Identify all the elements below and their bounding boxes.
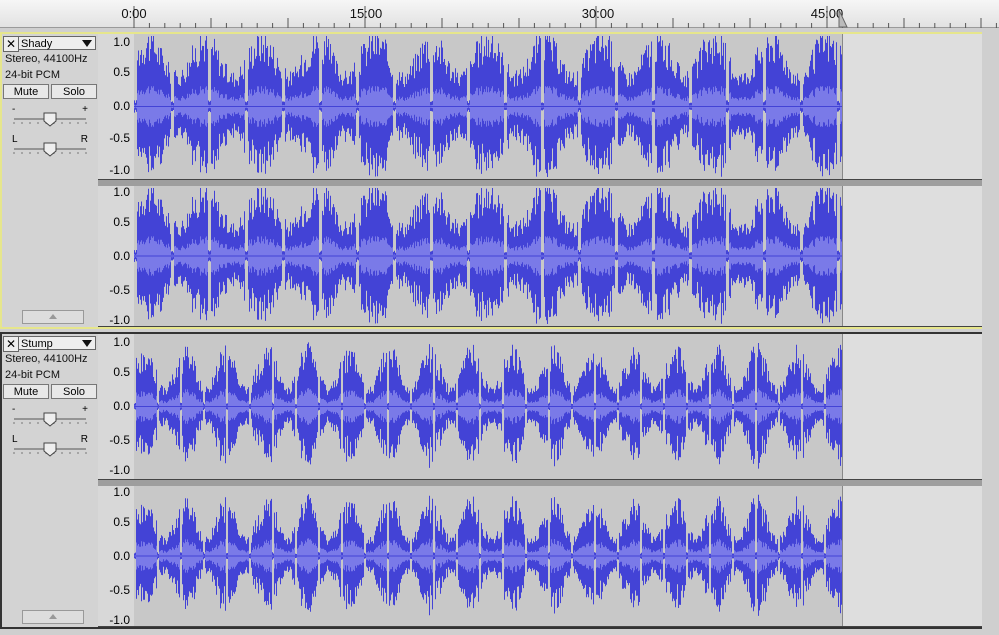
mute-button[interactable]: Mute	[3, 84, 49, 99]
amp-label: -1.0	[109, 463, 130, 477]
amp-label: 0.5	[113, 65, 130, 79]
pan-right-label: R	[80, 134, 88, 145]
pan-thumb-icon	[43, 442, 57, 457]
pan-thumb-icon	[43, 142, 57, 157]
mute-button[interactable]: Mute	[3, 384, 49, 399]
channel-right[interactable]: 1.0 0.5 0.0 -0.5 -1.0	[98, 485, 982, 627]
pan-slider[interactable]: L R	[10, 134, 90, 158]
waveform-shady-right[interactable]	[134, 186, 980, 326]
solo-button[interactable]: Solo	[51, 84, 97, 99]
ruler-ticks	[133, 6, 997, 28]
amp-label: -1.0	[109, 613, 130, 627]
collapse-track-button[interactable]	[22, 610, 84, 624]
track-format: Stereo, 44100Hz	[5, 353, 88, 365]
amp-label: -1.0	[109, 313, 130, 327]
amp-label: 0.5	[113, 515, 130, 529]
pan-slider[interactable]: L R	[10, 434, 90, 458]
gain-slider[interactable]: - +	[10, 404, 90, 428]
timeline-ruler[interactable]: 0:00 15:00 30:00 45:00	[0, 0, 999, 28]
gain-thumb-icon	[43, 112, 57, 127]
amp-label: 1.0	[113, 185, 130, 199]
pan-left-label: L	[12, 434, 18, 445]
track-shady[interactable]: ✕ Shady Stereo, 44100Hz 24-bit PCM Mute …	[0, 32, 982, 329]
gain-slider-track	[13, 412, 87, 427]
amp-label: -0.5	[109, 131, 130, 145]
gain-slider[interactable]: - +	[10, 104, 90, 128]
amplitude-ruler: 1.0 0.5 0.0 -0.5 -1.0	[98, 334, 135, 479]
amp-label: 0.0	[113, 249, 130, 263]
pan-right-label: R	[80, 434, 88, 445]
track-name: Shady	[21, 38, 53, 50]
gain-plus-label: +	[82, 404, 88, 415]
amplitude-ruler: 1.0 0.5 0.0 -0.5 -1.0	[98, 34, 135, 179]
amp-label: 0.0	[113, 399, 130, 413]
ruler-label-0: 0:00	[121, 6, 147, 21]
track-name-menu[interactable]: Shady	[18, 36, 96, 50]
collapse-track-button[interactable]	[22, 310, 84, 324]
play-end-marker-icon[interactable]	[838, 10, 848, 28]
waveform-stump-left[interactable]	[134, 334, 980, 479]
ruler-label-30: 30:00	[581, 6, 615, 21]
track-format: Stereo, 44100Hz	[5, 53, 88, 65]
pan-left-label: L	[12, 134, 18, 145]
amp-label: -0.5	[109, 433, 130, 447]
amp-label: 0.5	[113, 215, 130, 229]
amp-label: 1.0	[113, 335, 130, 349]
pan-slider-track	[13, 442, 87, 457]
solo-button[interactable]: Solo	[51, 384, 97, 399]
collapse-arrow-icon	[49, 314, 57, 319]
amp-label: 1.0	[113, 35, 130, 49]
track-stump[interactable]: ✕ Stump Stereo, 44100Hz 24-bit PCM Mute …	[0, 332, 982, 629]
gain-slider-track	[13, 112, 87, 127]
waveform-stump-right[interactable]	[134, 486, 980, 626]
waveform-shady-left[interactable]	[134, 34, 980, 179]
pan-slider-track	[13, 142, 87, 157]
channel-right[interactable]: 1.0 0.5 0.0 -0.5 -1.0	[98, 185, 982, 327]
amp-label: -0.5	[109, 283, 130, 297]
collapse-arrow-icon	[49, 614, 57, 619]
track-bitdepth: 24-bit PCM	[5, 369, 61, 381]
amp-label: 0.0	[113, 99, 130, 113]
track-control-panel: ✕ Stump Stereo, 44100Hz 24-bit PCM Mute …	[2, 334, 99, 627]
track-control-panel: ✕ Shady Stereo, 44100Hz 24-bit PCM Mute …	[2, 34, 99, 327]
amp-label: 1.0	[113, 485, 130, 499]
amp-label: -1.0	[109, 163, 130, 177]
ruler-label-15: 15:00	[349, 6, 383, 21]
channel-left[interactable]: 1.0 0.5 0.0 -0.5 -1.0	[98, 334, 982, 480]
dropdown-arrow-icon	[82, 340, 92, 347]
track-name-menu[interactable]: Stump	[18, 336, 96, 350]
amplitude-ruler: 1.0 0.5 0.0 -0.5 -1.0	[98, 485, 135, 627]
amp-label: 0.5	[113, 365, 130, 379]
gain-minus-label: -	[12, 404, 16, 415]
track-close-button[interactable]: ✕	[3, 36, 19, 52]
gain-plus-label: +	[82, 104, 88, 115]
track-close-button[interactable]: ✕	[3, 336, 19, 352]
dropdown-arrow-icon	[82, 40, 92, 47]
amplitude-ruler: 1.0 0.5 0.0 -0.5 -1.0	[98, 185, 135, 327]
gain-thumb-icon	[43, 412, 57, 427]
track-bitdepth: 24-bit PCM	[5, 69, 61, 81]
channel-left[interactable]: 1.0 0.5 0.0 -0.5 -1.0	[98, 34, 982, 180]
track-name: Stump	[21, 338, 53, 350]
gain-minus-label: -	[12, 104, 16, 115]
amp-label: -0.5	[109, 583, 130, 597]
amp-label: 0.0	[113, 549, 130, 563]
